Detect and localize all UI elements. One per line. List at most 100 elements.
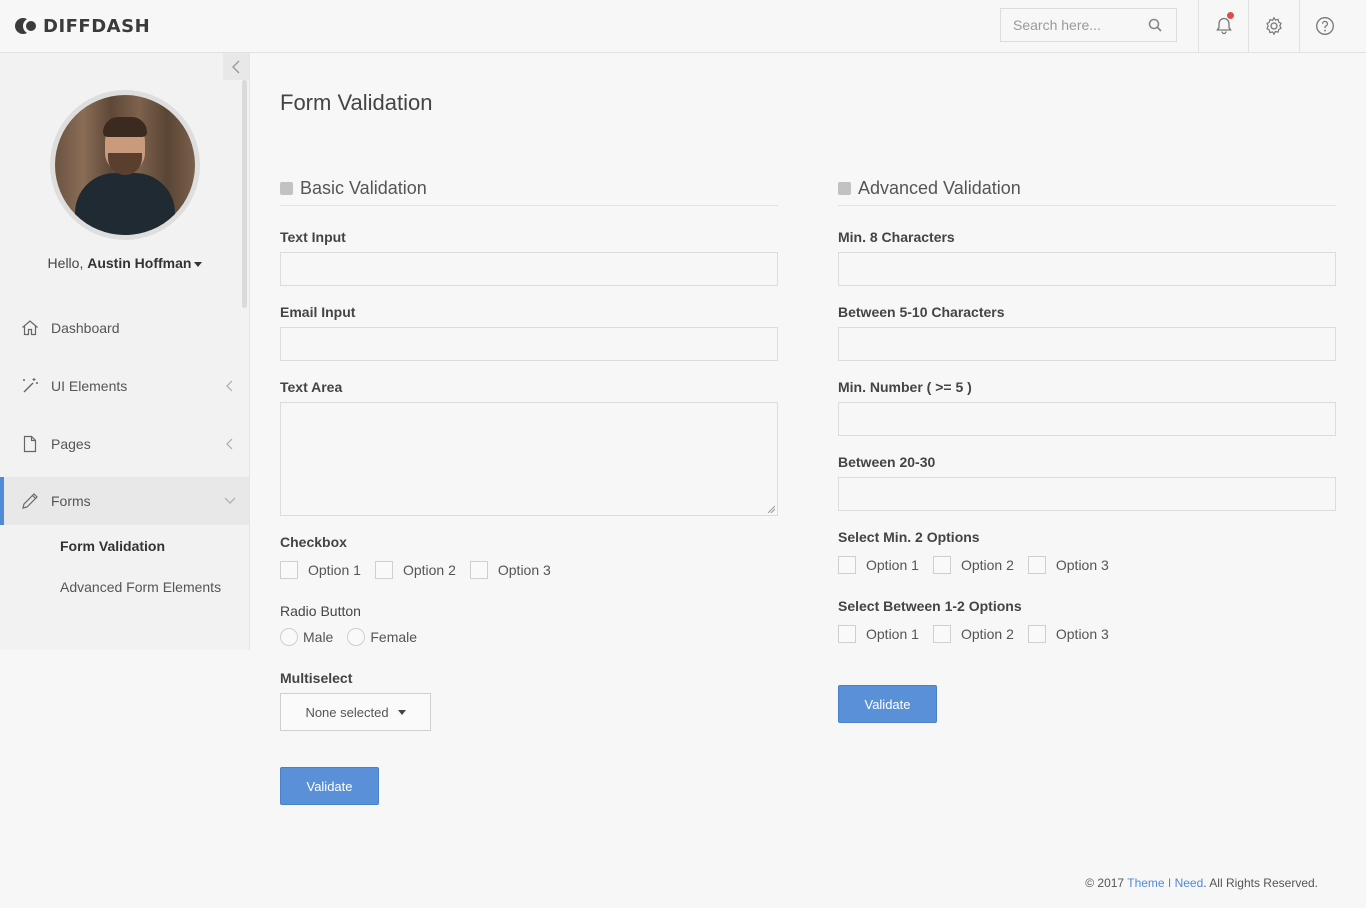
chevron-left-icon [226, 438, 233, 450]
text-area[interactable] [280, 402, 778, 516]
sidebar-subitem-form-validation[interactable]: Form Validation [60, 538, 165, 554]
settings-button[interactable] [1248, 0, 1298, 52]
chevron-left-icon [232, 60, 240, 73]
radio-option-label: Male [303, 629, 334, 645]
user-name: Austin Hoffman [87, 255, 192, 271]
sidebar: Hello, Austin Hoffman Dashboard UI Eleme… [0, 53, 250, 650]
advanced-validation-panel: Advanced Validation Min. 8 Characters Be… [838, 172, 1336, 723]
min-number-label: Min. Number ( >= 5 ) [838, 379, 972, 395]
min-8-chars-input[interactable] [838, 252, 1336, 286]
logo[interactable]: DIFFDASH [15, 13, 150, 39]
pencil-icon [22, 493, 38, 509]
validate-basic-button[interactable]: Validate [280, 767, 379, 805]
search-input[interactable] [1001, 17, 1141, 33]
select-min-2-label: Select Min. 2 Options [838, 529, 980, 545]
sidebar-item-ui-elements[interactable]: UI Elements [0, 362, 249, 410]
logo-text: DIFFDASH [43, 15, 151, 37]
caret-down-icon [194, 261, 203, 267]
gear-icon [1265, 16, 1282, 36]
checkbox-option-2[interactable] [374, 561, 393, 579]
footer-rights: . All Rights Reserved. [1203, 876, 1318, 890]
min2-option-2-checkbox[interactable] [932, 556, 951, 574]
min2-option-1-checkbox[interactable] [838, 556, 856, 574]
notifications-button[interactable] [1198, 0, 1248, 52]
section-title: Basic Validation [300, 178, 427, 198]
checkbox-option-label: Option 2 [960, 626, 1014, 642]
magic-wand-icon [23, 378, 38, 393]
sidebar-scrollbar[interactable] [242, 80, 247, 308]
sidebar-subitem-advanced-form-elements[interactable]: Advanced Form Elements [60, 579, 221, 595]
email-input-label: Email Input [280, 304, 356, 320]
checkbox-option-1[interactable] [280, 561, 298, 579]
between-5-10-label: Between 5-10 Characters [838, 304, 1005, 320]
search-box [1000, 8, 1177, 42]
range12-option-2-checkbox[interactable] [932, 625, 951, 643]
between-5-10-input[interactable] [838, 327, 1336, 361]
text-input[interactable] [280, 252, 778, 286]
section-title: Advanced Validation [858, 178, 1021, 198]
user-photo [55, 95, 195, 235]
checkbox-option-label: Option 3 [497, 562, 551, 578]
radio-option-label: Female [370, 629, 418, 645]
checkbox-group-label: Checkbox [280, 534, 347, 550]
sidebar-item-label: UI Elements [51, 378, 128, 394]
basic-validation-heading: Basic Validation [280, 172, 778, 206]
footer-copyright: © 2017 [1085, 876, 1125, 890]
advanced-validation-heading: Advanced Validation [838, 172, 1336, 206]
validate-advanced-button[interactable]: Validate [838, 685, 937, 723]
checkbox-option-label: Option 2 [960, 557, 1014, 573]
help-button[interactable] [1299, 0, 1349, 52]
sidebar-item-label: Forms [51, 493, 91, 509]
radio-group: Male Female [280, 628, 431, 646]
top-bar: DIFFDASH [0, 0, 1366, 53]
sidebar-item-pages[interactable]: Pages [0, 420, 249, 468]
checkbox-option-label: Option 1 [308, 562, 361, 578]
help-icon [1315, 17, 1334, 35]
section-square-icon [838, 182, 851, 195]
email-input[interactable] [280, 327, 778, 361]
radio-group-label: Radio Button [280, 603, 361, 619]
checkbox-option-label: Option 3 [1055, 626, 1109, 642]
resize-handle-icon[interactable] [767, 505, 775, 513]
min-number-input[interactable] [838, 402, 1336, 436]
select-1-2-group: Option 1 Option 2 Option 3 [838, 625, 1123, 643]
checkbox-group: Option 1 Option 2 Option 3 [280, 561, 565, 579]
text-input-label: Text Input [280, 229, 346, 245]
text-area-label: Text Area [280, 379, 343, 395]
avatar [50, 90, 200, 240]
basic-validation-panel: Basic Validation Text Input Email Input … [280, 172, 778, 805]
section-square-icon [280, 182, 293, 195]
notification-badge [1227, 12, 1234, 19]
footer-link[interactable]: Theme I Need [1127, 876, 1203, 890]
checkbox-option-label: Option 3 [1055, 557, 1109, 573]
bell-icon [1215, 17, 1232, 35]
footer: © 2017 Theme I Need. All Rights Reserved… [1085, 876, 1318, 890]
range12-option-1-checkbox[interactable] [838, 625, 856, 643]
chevron-left-icon [226, 380, 233, 392]
checkbox-option-3[interactable] [469, 561, 488, 579]
radio-male[interactable] [280, 628, 298, 646]
multiselect-label: Multiselect [280, 670, 353, 686]
page-icon [23, 435, 37, 453]
logo-mark-icon [15, 17, 41, 35]
user-greeting[interactable]: Hello, Austin Hoffman [0, 255, 250, 271]
min-8-chars-label: Min. 8 Characters [838, 229, 955, 245]
checkbox-option-label: Option 1 [866, 626, 919, 642]
between-20-30-input[interactable] [838, 477, 1336, 511]
select-min-2-group: Option 1 Option 2 Option 3 [838, 556, 1123, 574]
min2-option-3-checkbox[interactable] [1027, 556, 1046, 574]
home-icon [22, 320, 38, 336]
radio-female[interactable] [347, 628, 366, 646]
search-icon[interactable] [1148, 18, 1162, 32]
page-title: Form Validation [280, 90, 433, 115]
sidebar-item-dashboard[interactable]: Dashboard [0, 304, 249, 352]
between-20-30-label: Between 20-30 [838, 454, 936, 470]
checkbox-option-label: Option 2 [402, 562, 456, 578]
sidebar-item-forms[interactable]: Forms [0, 477, 249, 525]
greeting-text: Hello, [47, 255, 84, 271]
sidebar-collapse-button[interactable] [223, 53, 249, 80]
multiselect-dropdown[interactable]: None selected [280, 693, 431, 731]
multiselect-value: None selected [305, 704, 389, 720]
sidebar-item-label: Dashboard [51, 320, 120, 336]
range12-option-3-checkbox[interactable] [1027, 625, 1046, 643]
